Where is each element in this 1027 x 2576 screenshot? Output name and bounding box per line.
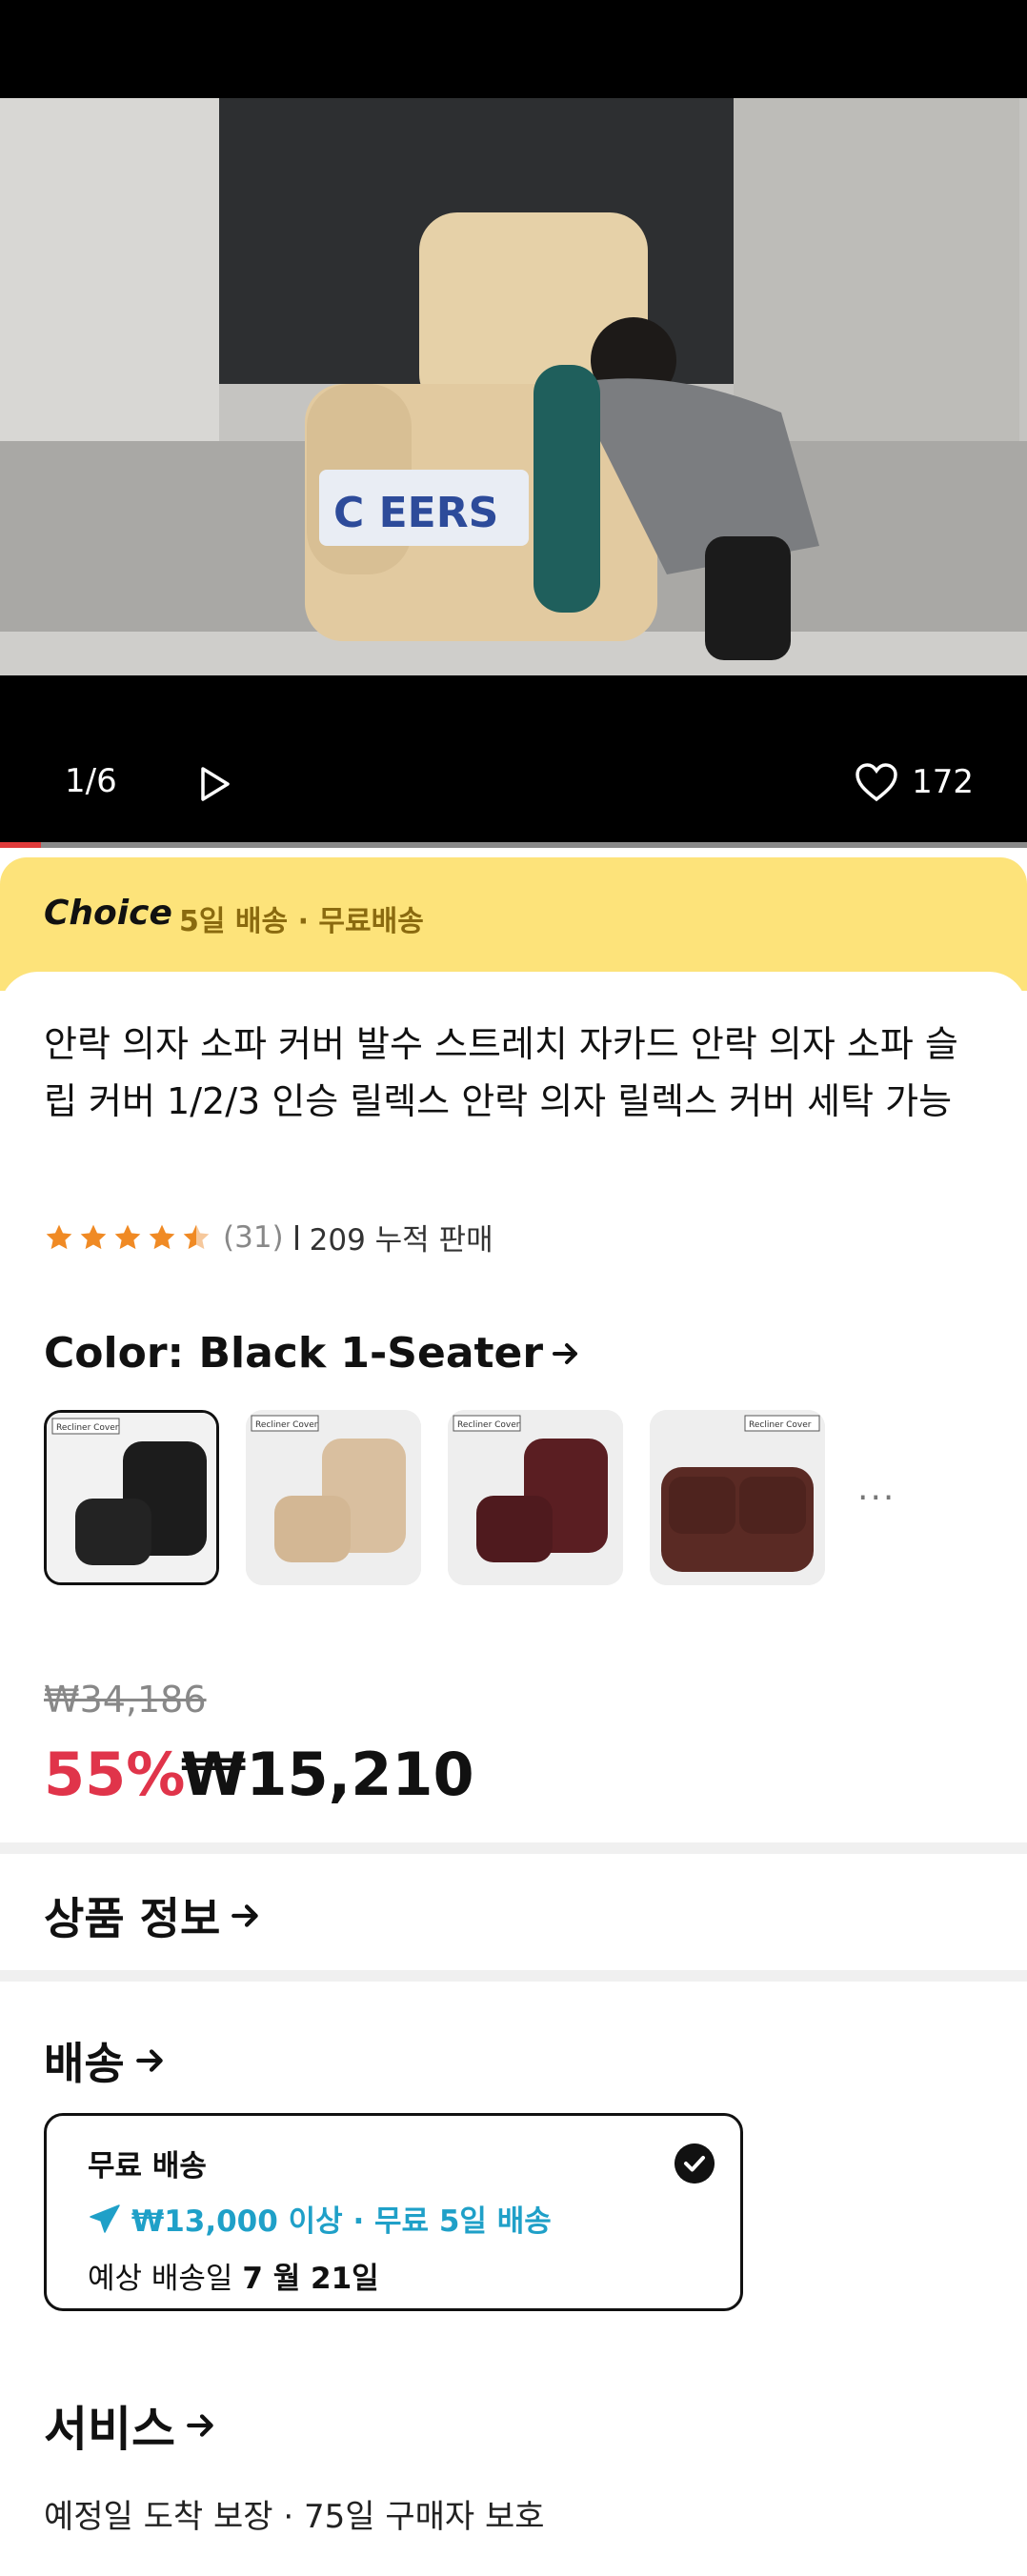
product-info-link[interactable]: 상품 정보	[44, 1884, 262, 1947]
color-label: Color: Black 1-Seater	[44, 1329, 544, 1378]
rating-divider	[294, 1224, 298, 1250]
estimated-delivery: 예상 배송일 7 월 21일	[88, 2254, 379, 2297]
brand-watermark: C EERS	[333, 489, 498, 537]
eta-date: 7 월 21일	[242, 2262, 379, 2296]
like-button[interactable]: 172	[855, 762, 974, 802]
media-controls	[0, 675, 1027, 846]
swatch-black-1-seater[interactable]: Recliner Cover	[44, 1410, 219, 1585]
star-icon	[149, 1224, 175, 1249]
product-info-title: 상품 정보	[44, 1893, 221, 1944]
service-title: 서비스	[44, 2402, 175, 2457]
arrow-right-icon	[135, 2049, 163, 2072]
section-divider	[0, 1842, 1027, 1854]
section-divider	[0, 1970, 1027, 1982]
service-section-link[interactable]: 서비스	[44, 2391, 217, 2460]
airplane-icon	[90, 2204, 120, 2233]
shipping-section-link[interactable]: 배송	[44, 2029, 167, 2092]
swatch-image: Recliner Cover	[47, 1413, 216, 1582]
swatch-image: Recliner Cover	[246, 1410, 421, 1585]
product-video-frame[interactable]: C EERS	[0, 98, 1027, 675]
check-icon	[675, 2143, 715, 2184]
arrow-right-icon	[232, 1904, 259, 1927]
rating-stars	[44, 1222, 211, 1253]
color-selector-header[interactable]: Color: Black 1-Seater	[44, 1329, 581, 1378]
star-icon	[80, 1224, 107, 1249]
swatch-image: Recliner Cover	[650, 1410, 825, 1585]
color-swatches: Recliner Cover Recliner Cover Recliner C…	[44, 1410, 896, 1585]
swatch-tag: Recliner Cover	[255, 1420, 318, 1430]
swatch-tag: Recliner Cover	[749, 1420, 812, 1430]
star-icon	[46, 1224, 72, 1249]
media-progress-track	[0, 842, 1027, 848]
image-counter: 1/6	[65, 762, 117, 800]
half-star-icon	[183, 1224, 210, 1249]
star-icon	[114, 1224, 141, 1249]
arrow-right-icon	[553, 1342, 578, 1364]
product-photo: C EERS	[0, 98, 1027, 675]
choice-logo: Choice	[44, 894, 172, 933]
swatch-beige[interactable]: Recliner Cover	[246, 1410, 421, 1585]
review-count: (31)	[223, 1219, 284, 1255]
media-progress-fill	[0, 842, 41, 848]
arrow-right-icon	[187, 2414, 213, 2437]
more-swatches-indicator[interactable]: ···	[857, 1479, 896, 1518]
like-count: 172	[912, 763, 974, 801]
heart-icon	[856, 763, 897, 802]
swatch-image: Recliner Cover	[448, 1410, 623, 1585]
swatch-brown-2-seater[interactable]: Recliner Cover	[650, 1410, 825, 1585]
shipping-option-title: 무료 배송	[88, 2149, 207, 2184]
swatch-burgundy[interactable]: Recliner Cover	[448, 1410, 623, 1585]
swatch-tag: Recliner Cover	[56, 1423, 119, 1433]
eta-prefix: 예상 배송일	[88, 2262, 233, 2296]
shipping-condition: ₩13,000 이상 · 무료 5일 배송	[88, 2197, 552, 2240]
shipping-title: 배송	[44, 2038, 125, 2089]
rating-row[interactable]: (31) 209 누적 판매	[44, 1216, 493, 1258]
discount-percent: 55%	[44, 1740, 186, 1809]
product-title: 안락 의자 소파 커버 발수 스트레치 자카드 안락 의자 소파 슬립 커버 1…	[44, 1023, 958, 1122]
sale-price: ₩15,210	[181, 1740, 474, 1809]
shipping-condition-text: ₩13,000 이상 · 무료 5일 배송	[131, 2204, 552, 2239]
service-description: 예정일 도착 보장 · 75일 구매자 보호	[44, 2498, 545, 2536]
original-price: ₩34,186	[44, 1679, 207, 1721]
choice-shipping-text: 5일 배송 · 무료배송	[179, 905, 424, 938]
play-icon[interactable]	[195, 765, 233, 803]
swatch-tag: Recliner Cover	[457, 1420, 520, 1430]
sold-count: 209 누적 판매	[309, 1223, 493, 1258]
